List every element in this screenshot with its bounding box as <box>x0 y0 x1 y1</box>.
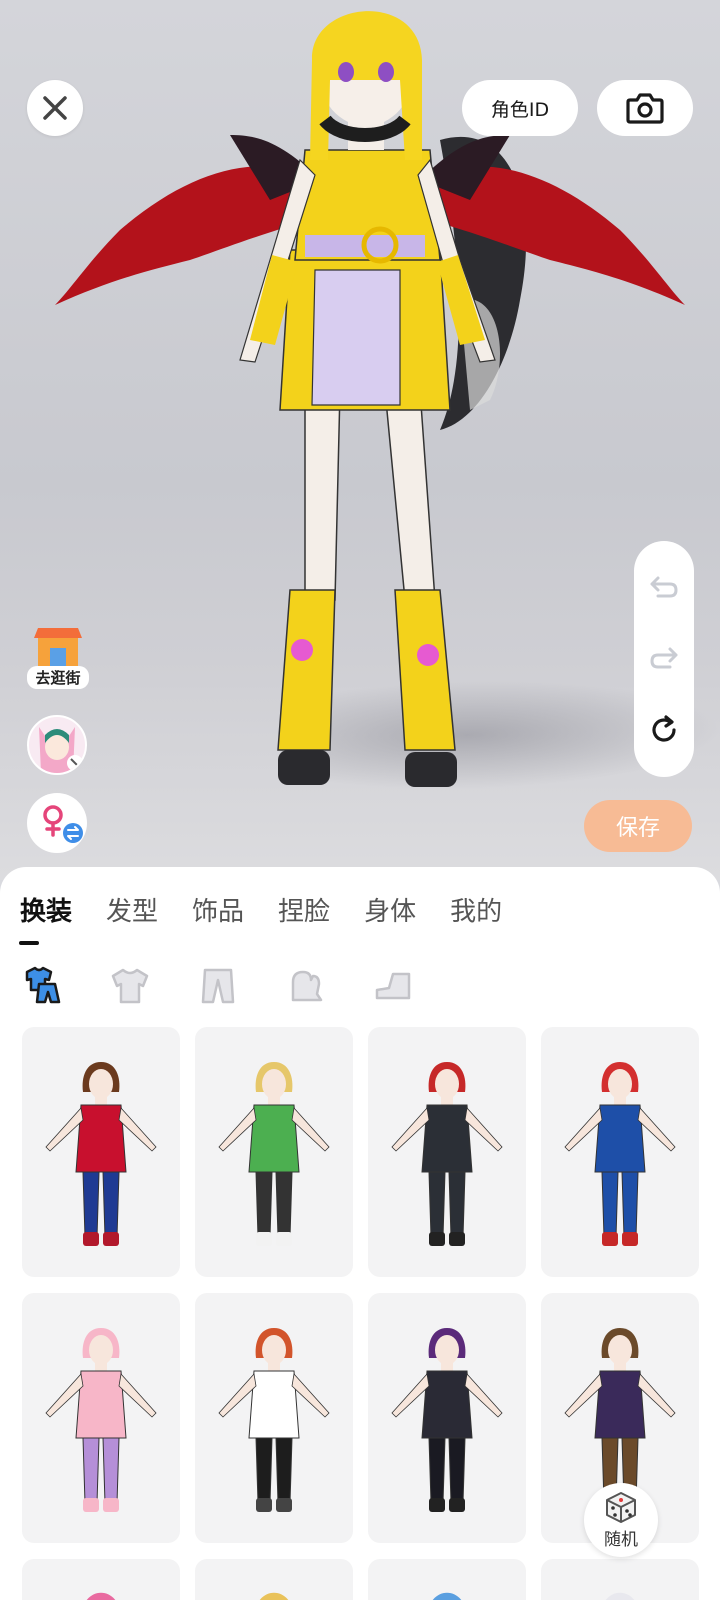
outfit-card[interactable] <box>368 1559 526 1600</box>
gender-swap-icon <box>43 805 83 843</box>
outfit-set-icon <box>25 966 61 1004</box>
character-avatar[interactable] <box>27 715 87 775</box>
outfit-card[interactable] <box>22 1559 180 1600</box>
subtab-shoes[interactable] <box>372 964 416 1008</box>
shop-icon <box>34 628 82 668</box>
outfit-pink-cat-thumbnail <box>45 1328 157 1512</box>
save-button[interactable]: 保存 <box>584 800 692 852</box>
active-tab-indicator <box>19 941 39 945</box>
avatar-3d-model[interactable] <box>40 0 700 830</box>
random-button[interactable]: 随机 <box>584 1483 658 1557</box>
gender-switch-button[interactable] <box>27 793 87 853</box>
outfit-card[interactable] <box>195 1027 353 1277</box>
pants-icon <box>201 968 235 1004</box>
subtab-gloves[interactable] <box>284 964 328 1008</box>
outfit-white-hair-thumbnail <box>605 1592 635 1600</box>
top-icon <box>111 968 149 1004</box>
redo-icon <box>650 647 678 669</box>
outfit-card[interactable] <box>368 1027 526 1277</box>
outfit-card[interactable] <box>22 1027 180 1277</box>
dice-icon <box>606 1491 636 1523</box>
undo-button[interactable] <box>642 566 686 610</box>
outfit-green-robe-thumbnail <box>218 1062 330 1246</box>
history-panel <box>634 541 694 777</box>
subtab-pants[interactable] <box>196 964 240 1008</box>
subtab-top[interactable] <box>108 964 152 1008</box>
close-button[interactable] <box>27 80 83 136</box>
outfit-card[interactable] <box>22 1293 180 1543</box>
gloves-icon <box>291 970 323 1002</box>
tab-mine[interactable]: 我的 <box>450 891 502 928</box>
camera-button[interactable] <box>597 80 693 136</box>
close-icon <box>43 96 67 120</box>
tab-face[interactable]: 捏脸 <box>278 891 330 928</box>
go-shopping-label: 去逛街 <box>27 666 89 689</box>
outfit-card[interactable] <box>368 1293 526 1543</box>
subtab-outfit-set[interactable] <box>20 964 64 1008</box>
refresh-icon <box>652 715 676 742</box>
outfit-casual-tee-thumbnail <box>218 1328 330 1512</box>
outfit-blonde-spiky-thumbnail <box>259 1592 289 1600</box>
tab-accessories[interactable]: 饰品 <box>192 891 244 928</box>
outfit-black-suit-thumbnail <box>391 1062 503 1246</box>
outfit-gothic-dress-thumbnail <box>391 1328 503 1512</box>
outfit-subtabs <box>20 964 460 1008</box>
avatar-stage[interactable]: 角色ID 去逛街 保存 <box>0 0 720 880</box>
outfit-card[interactable] <box>195 1293 353 1543</box>
outfit-blue-red-hero-thumbnail <box>564 1062 676 1246</box>
outfit-heroine-red-gold-thumbnail <box>45 1062 157 1246</box>
outfit-card[interactable] <box>195 1559 353 1600</box>
redo-button[interactable] <box>642 637 686 681</box>
camera-icon <box>626 93 664 124</box>
outfit-card[interactable] <box>541 1027 699 1277</box>
shoes-icon <box>375 972 411 1000</box>
tab-hairstyle[interactable]: 发型 <box>106 891 158 928</box>
undo-icon <box>650 576 678 598</box>
go-shopping-button[interactable]: 去逛街 <box>27 624 89 690</box>
outfit-card[interactable] <box>541 1559 699 1600</box>
avatar-portrait-icon <box>29 717 85 773</box>
tab-body[interactable]: 身体 <box>364 891 416 928</box>
category-tabs: 换装 发型 饰品 捏脸 身体 我的 <box>20 891 536 928</box>
random-label: 随机 <box>604 1529 638 1550</box>
outfit-blue-hair-thumbnail <box>432 1592 462 1600</box>
tab-outfit[interactable]: 换装 <box>20 891 72 928</box>
reset-button[interactable] <box>642 708 686 752</box>
role-id-button[interactable]: 角色ID <box>462 80 578 136</box>
outfit-pink-hair-thumbnail <box>86 1592 116 1600</box>
